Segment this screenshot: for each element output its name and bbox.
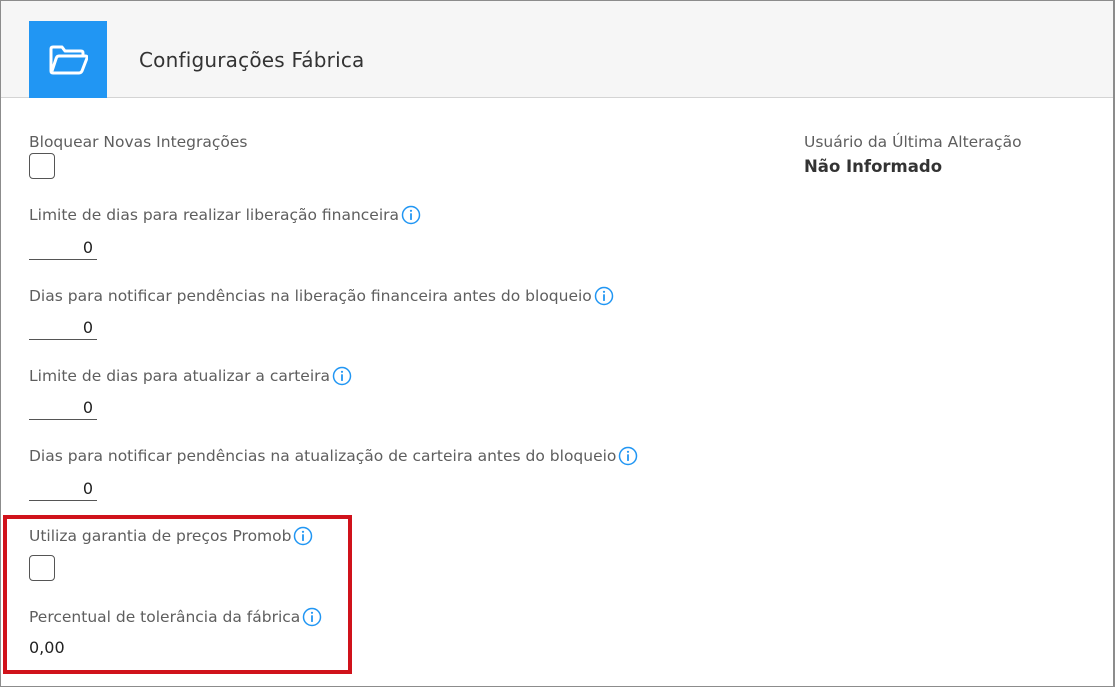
promob-price-guarantee-label-text: Utiliza garantia de preços Promob xyxy=(29,527,292,545)
wallet-update-limit-label: Limite de dias para atualizar a carteira xyxy=(29,366,352,386)
wallet-update-limit-input[interactable] xyxy=(29,396,97,420)
header-icon-box xyxy=(29,21,107,98)
wallet-update-limit-label-text: Limite de dias para atualizar a carteira xyxy=(29,367,331,385)
info-icon[interactable] xyxy=(302,607,322,627)
block-integrations-label: Bloquear Novas Integrações xyxy=(29,133,248,151)
financial-notify-days-input[interactable] xyxy=(29,316,97,340)
financial-release-limit-input[interactable] xyxy=(29,236,97,260)
financial-release-limit-label: Limite de dias para realizar liberação f… xyxy=(29,205,421,225)
wallet-notify-days-label-text: Dias para notificar pendências na atuali… xyxy=(29,447,617,465)
info-icon[interactable] xyxy=(594,286,614,306)
last-change-label: Usuário da Última Alteração xyxy=(804,133,1022,151)
factory-tolerance-label-text: Percentual de tolerância da fábrica xyxy=(29,608,301,626)
info-icon[interactable] xyxy=(332,366,352,386)
info-icon[interactable] xyxy=(401,205,421,225)
block-integrations-label-text: Bloquear Novas Integrações xyxy=(29,133,248,151)
last-change-value: Não Informado xyxy=(804,157,943,176)
factory-tolerance-value: 0,00 xyxy=(29,638,65,657)
wallet-notify-days-input[interactable] xyxy=(29,477,97,501)
block-integrations-checkbox[interactable] xyxy=(29,153,55,179)
financial-release-limit-label-text: Limite de dias para realizar liberação f… xyxy=(29,206,400,224)
factory-tolerance-label: Percentual de tolerância da fábrica xyxy=(29,607,322,627)
folder-icon xyxy=(49,45,88,75)
page-title: Configurações Fábrica xyxy=(139,48,365,72)
info-icon[interactable] xyxy=(618,446,638,466)
financial-notify-days-label: Dias para notificar pendências na libera… xyxy=(29,286,614,306)
info-icon[interactable] xyxy=(293,526,313,546)
page-header: Configurações Fábrica xyxy=(1,1,1113,98)
financial-notify-days-label-text: Dias para notificar pendências na libera… xyxy=(29,287,592,305)
promob-price-guarantee-label: Utiliza garantia de preços Promob xyxy=(29,526,313,546)
promob-price-guarantee-checkbox[interactable] xyxy=(29,555,55,581)
wallet-notify-days-label: Dias para notificar pendências na atuali… xyxy=(29,446,638,466)
